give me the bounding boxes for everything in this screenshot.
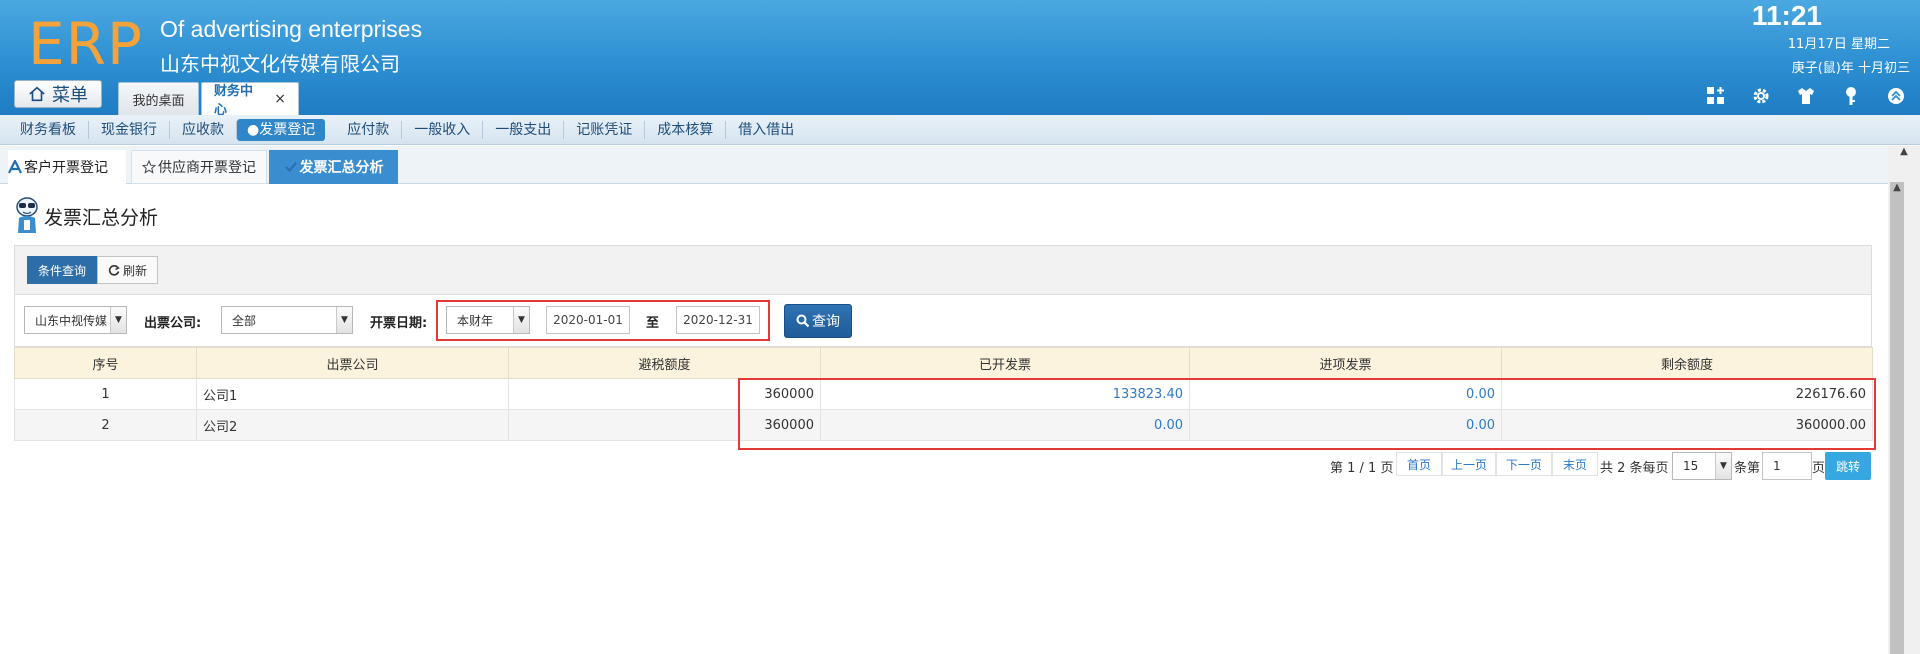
col-header-input[interactable]: 进项发票 xyxy=(1189,347,1502,379)
col-header-no[interactable]: 序号 xyxy=(14,347,197,379)
nav-item-general-income[interactable]: 一般收入 xyxy=(402,120,484,139)
issuer-select[interactable]: 全部 ▼ xyxy=(221,306,353,334)
tab-label: 我的桌面 xyxy=(132,93,185,109)
cell-no: 1 xyxy=(14,378,197,410)
tab-my-desktop[interactable]: 我的桌面 xyxy=(118,82,199,115)
pager-page-suffix: 页 xyxy=(1812,460,1826,476)
app-root: ERP Of advertising enterprises 山东中视文化传媒有… xyxy=(0,0,1920,654)
page-number-input[interactable]: 1 xyxy=(1762,452,1812,480)
subtab-label: 供应商开票登记 xyxy=(158,160,256,176)
letter-a-icon xyxy=(8,160,22,174)
company-name-cn: 山东中视文化传媒有限公司 xyxy=(160,52,400,76)
nav-item-receivable[interactable]: 应收款 xyxy=(170,120,237,139)
company-name-en: Of advertising enterprises xyxy=(160,16,423,42)
star-icon xyxy=(142,160,156,174)
date-separator: 至 xyxy=(646,316,660,331)
date-from-input[interactable]: 2020-01-01 xyxy=(546,306,630,334)
scroll-up-arrow-icon[interactable]: ▲ xyxy=(1888,146,1920,160)
pager-page-info: 第 1 / 1 页 xyxy=(1330,460,1394,476)
query-button[interactable]: 查询 xyxy=(784,304,852,338)
apps-add-icon[interactable] xyxy=(1706,86,1726,106)
nav-item-payable[interactable]: 应付款 xyxy=(335,120,403,139)
cell-no: 2 xyxy=(14,409,197,441)
nav-item-voucher[interactable]: 记账凭证 xyxy=(564,120,646,139)
col-header-issued[interactable]: 已开发票 xyxy=(820,347,1190,379)
nav-item-cash-bank[interactable]: 现金银行 xyxy=(89,120,170,139)
pager-next-link[interactable]: 下一页 xyxy=(1496,452,1552,476)
company-select-value: 山东中视传媒 xyxy=(35,313,108,328)
col-header-quota[interactable]: 避税额度 xyxy=(508,347,821,379)
subtab-invoice-summary[interactable]: 发票汇总分析 xyxy=(269,150,398,184)
check-icon xyxy=(284,162,297,173)
close-icon[interactable]: × xyxy=(274,91,286,107)
collapse-up-icon[interactable] xyxy=(1886,86,1906,106)
nav-item-borrow-lend[interactable]: 借入借出 xyxy=(726,121,806,139)
chevron-down-icon: ▼ xyxy=(336,307,352,333)
date-to-input[interactable]: 2020-12-31 xyxy=(676,306,760,334)
chevron-down-icon: ▼ xyxy=(110,307,126,333)
jump-button[interactable]: 跳转 xyxy=(1825,452,1871,480)
nav-item-general-expense[interactable]: 一般支出 xyxy=(483,120,565,139)
table-header-row: 序号 出票公司 避税额度 已开发票 进项发票 剩余额度 xyxy=(14,347,1873,379)
scroll-up-arrow-icon-inner[interactable]: ▲ xyxy=(1888,182,1906,196)
header-toolbar xyxy=(1706,86,1906,106)
refresh-icon xyxy=(108,264,120,276)
app-header: ERP Of advertising enterprises 山东中视文化传媒有… xyxy=(0,0,1920,118)
issuer-label: 出票公司: xyxy=(144,316,202,331)
subtab-bar: 客户开票登记 供应商开票登记 发票汇总分析 xyxy=(0,146,1888,184)
pager-per-page-suffix: 条第 xyxy=(1734,460,1761,476)
refresh-button[interactable]: 刷新 xyxy=(97,256,159,284)
cell-company: 公司1 xyxy=(196,378,509,410)
per-page-select[interactable]: 15 ▼ xyxy=(1672,452,1732,480)
period-select[interactable]: 本财年 ▼ xyxy=(446,306,530,334)
nav-item-cost-accounting[interactable]: 成本核算 xyxy=(645,120,727,139)
highlight-box-table xyxy=(738,378,1876,450)
date-label: 开票日期: xyxy=(370,316,428,331)
module-nav: 财务看板 现金银行 应收款 ●发票登记 应付款 一般收入 一般支出 记账凭证 成… xyxy=(0,115,1920,145)
per-page-value: 15 xyxy=(1683,459,1699,473)
menu-label: 菜单 xyxy=(52,85,88,106)
clock-date: 11月17日 星期二 xyxy=(1787,37,1890,52)
pager-last-link[interactable]: 末页 xyxy=(1552,452,1598,476)
col-header-remain[interactable]: 剩余额度 xyxy=(1501,347,1873,379)
mascot-icon xyxy=(16,197,38,233)
gear-icon[interactable] xyxy=(1751,86,1771,106)
query-panel-tabs: 条件查询 刷新 xyxy=(27,256,159,284)
page-title-text: 发票汇总分析 xyxy=(44,206,159,229)
pager-prev-link[interactable]: 上一页 xyxy=(1442,452,1496,476)
tab-finance-center[interactable]: 财务中心 × xyxy=(201,82,299,118)
scrollbar-thumb[interactable] xyxy=(1890,182,1904,654)
shirt-icon[interactable] xyxy=(1796,86,1816,106)
cell-company: 公司2 xyxy=(196,409,509,441)
home-icon xyxy=(29,86,45,102)
pager-first-link[interactable]: 首页 xyxy=(1396,452,1442,476)
pager-total: 共 2 条每页 xyxy=(1600,460,1669,476)
subtab-supplier-invoice[interactable]: 供应商开票登记 xyxy=(131,150,267,184)
tab-label: 财务中心 xyxy=(214,84,254,118)
subtab-label: 客户开票登记 xyxy=(24,160,108,176)
period-select-value: 本财年 xyxy=(457,313,494,328)
refresh-label: 刷新 xyxy=(123,263,148,278)
chevron-down-icon: ▼ xyxy=(1715,453,1731,479)
subtab-label: 发票汇总分析 xyxy=(299,160,384,176)
nav-item-finance-board[interactable]: 财务看板 xyxy=(8,120,89,139)
key-icon[interactable] xyxy=(1841,86,1861,106)
search-icon xyxy=(796,314,810,328)
menu-button[interactable]: 菜单 xyxy=(14,80,102,108)
query-button-label: 查询 xyxy=(812,314,840,330)
subtab-customer-invoice[interactable]: 客户开票登记 xyxy=(8,150,126,184)
chevron-down-icon: ▼ xyxy=(513,307,529,333)
erp-logo: ERP xyxy=(28,10,143,78)
nav-item-invoice-register[interactable]: ●发票登记 xyxy=(237,118,326,141)
issuer-select-value: 全部 xyxy=(232,313,257,328)
page-title: 发票汇总分析 xyxy=(14,196,158,236)
col-header-company[interactable]: 出票公司 xyxy=(196,347,509,379)
company-select[interactable]: 山东中视传媒 ▼ xyxy=(24,306,127,334)
lunar-date: 庚子(鼠)年 十月初三 xyxy=(1791,61,1910,76)
clock-time: 11:21 xyxy=(1751,0,1822,31)
condition-query-tab[interactable]: 条件查询 xyxy=(27,256,98,284)
